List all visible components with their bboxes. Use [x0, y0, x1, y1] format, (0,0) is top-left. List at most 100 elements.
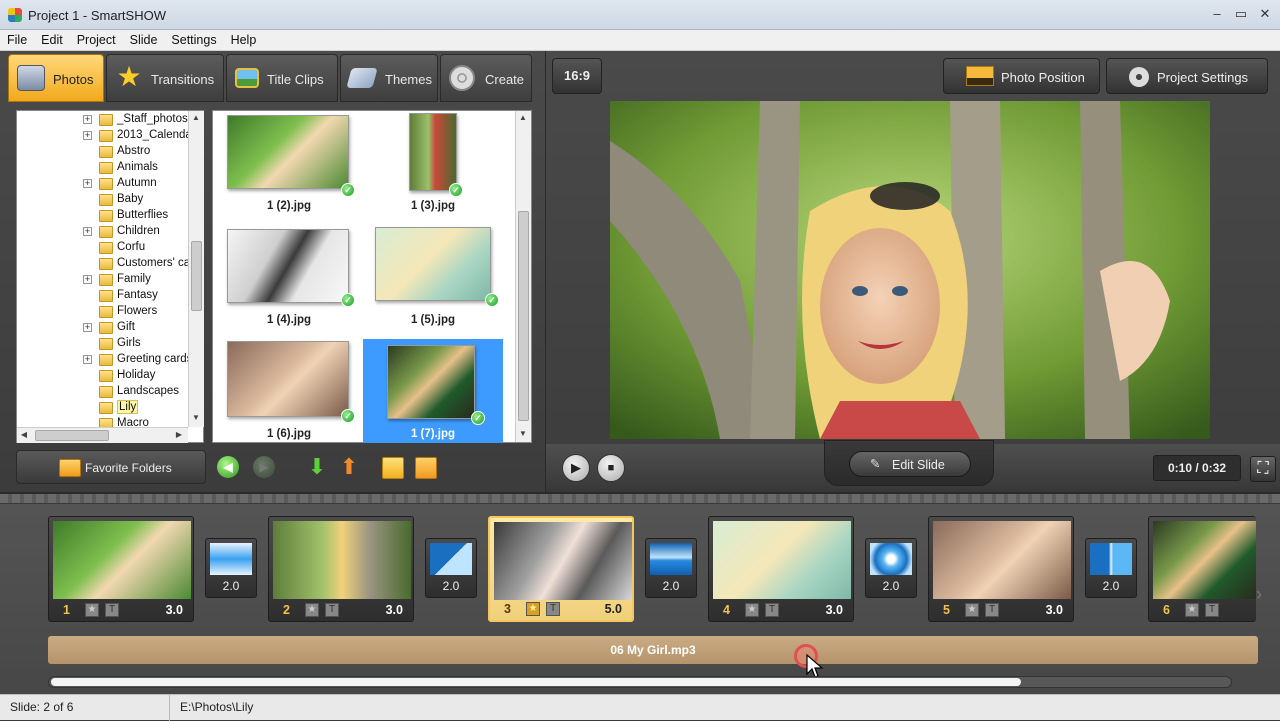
- scroll-down-icon[interactable]: ▼: [189, 411, 203, 425]
- expand-icon[interactable]: +: [83, 115, 92, 124]
- folder-item[interactable]: Girls: [17, 336, 192, 352]
- photo-item[interactable]: ✓ 1 (3).jpg: [363, 111, 503, 219]
- photo-grid[interactable]: ✓ 1 (2).jpg ✓ 1 (3).jpg ✓ 1 (4).jpg ✓ 1 …: [212, 110, 532, 443]
- folder-item[interactable]: + Children: [17, 224, 192, 240]
- scroll-up-icon[interactable]: ▲: [189, 111, 203, 125]
- transition-4[interactable]: 2.0: [865, 538, 917, 598]
- folder-item[interactable]: Lily: [17, 400, 192, 416]
- photo-item[interactable]: ✓ 1 (5).jpg: [363, 225, 503, 333]
- scroll-thumb[interactable]: [518, 211, 529, 421]
- folder-item[interactable]: Abstro: [17, 144, 192, 160]
- fullscreen-icon[interactable]: ⛶: [1250, 456, 1276, 482]
- minimize-button[interactable]: –: [1204, 4, 1230, 24]
- slide-thumbnail-2[interactable]: 2 ★ T 3.0: [268, 516, 414, 622]
- expand-icon[interactable]: +: [83, 227, 92, 236]
- tab-create[interactable]: Create: [440, 54, 532, 102]
- timeline-scroll-thumb[interactable]: [51, 678, 1021, 686]
- scroll-up-icon[interactable]: ▲: [516, 111, 530, 125]
- slide-thumbnail-5[interactable]: 5 ★ T 3.0: [928, 516, 1074, 622]
- text-icon[interactable]: T: [765, 603, 779, 617]
- slide-thumbnail-3[interactable]: 3 ★ T 5.0: [488, 516, 634, 622]
- folder-item[interactable]: Flowers: [17, 304, 192, 320]
- scroll-thumb[interactable]: [191, 241, 202, 311]
- folder-item[interactable]: Holiday: [17, 368, 192, 384]
- transition-3[interactable]: 2.0: [645, 538, 697, 598]
- favorite-folders-button[interactable]: Favorite Folders: [16, 450, 206, 484]
- menu-help[interactable]: Help: [224, 30, 264, 51]
- photo-position-button[interactable]: Photo Position: [943, 58, 1100, 94]
- tab-transitions[interactable]: ★ Transitions: [106, 54, 224, 102]
- folder-horizontal-scrollbar[interactable]: ◀ ▶: [17, 427, 188, 443]
- folder-item[interactable]: Fantasy: [17, 288, 192, 304]
- text-icon[interactable]: T: [1205, 603, 1219, 617]
- star-icon[interactable]: ★: [85, 603, 99, 617]
- expand-icon[interactable]: +: [83, 275, 92, 284]
- maximize-button[interactable]: ▭: [1228, 4, 1254, 24]
- scroll-right-icon[interactable]: ▶: [172, 428, 186, 442]
- slide-thumbnail-1[interactable]: 1 ★ T 3.0: [48, 516, 194, 622]
- forward-arrow-icon[interactable]: ▶: [253, 456, 275, 478]
- folder-item[interactable]: + Family: [17, 272, 192, 288]
- add-folder-icon[interactable]: [382, 457, 404, 479]
- star-icon[interactable]: ★: [526, 602, 540, 616]
- folder-vertical-scrollbar[interactable]: ▲ ▼: [188, 111, 204, 427]
- photo-item[interactable]: ✓ 1 (4).jpg: [219, 225, 359, 333]
- expand-icon[interactable]: +: [83, 355, 92, 364]
- expand-icon[interactable]: +: [83, 179, 92, 188]
- timeline-scrollbar[interactable]: [48, 676, 1232, 688]
- folder-item[interactable]: + Autumn: [17, 176, 192, 192]
- menu-slide[interactable]: Slide: [123, 30, 165, 51]
- folder-item[interactable]: Butterflies: [17, 208, 192, 224]
- folder-favorite-icon[interactable]: [415, 457, 437, 479]
- tab-themes[interactable]: Themes: [340, 54, 438, 102]
- folder-item[interactable]: + Greeting cards: [17, 352, 192, 368]
- expand-icon[interactable]: +: [83, 131, 92, 140]
- menu-edit[interactable]: Edit: [34, 30, 70, 51]
- scroll-thumb-h[interactable]: [35, 430, 109, 441]
- photo-item[interactable]: ✓ 1 (6).jpg: [219, 339, 359, 447]
- folder-item[interactable]: + Gift: [17, 320, 192, 336]
- star-icon[interactable]: ★: [745, 603, 759, 617]
- transition-5[interactable]: 2.0: [1085, 538, 1137, 598]
- audio-track[interactable]: 06 My Girl.mp3: [48, 636, 1258, 664]
- scroll-down-icon[interactable]: ▼: [516, 427, 530, 441]
- transition-2[interactable]: 2.0: [425, 538, 477, 598]
- folder-item[interactable]: Landscapes: [17, 384, 192, 400]
- scroll-right-icon[interactable]: ›: [1256, 584, 1262, 605]
- expand-icon[interactable]: +: [83, 323, 92, 332]
- menu-project[interactable]: Project: [70, 30, 123, 51]
- tab-title-clips[interactable]: Title Clips: [226, 54, 338, 102]
- photo-item[interactable]: ✓ 1 (2).jpg: [219, 111, 359, 219]
- text-icon[interactable]: T: [546, 602, 560, 616]
- folder-item[interactable]: + _Staff_photos: [17, 112, 192, 128]
- back-arrow-icon[interactable]: ◀: [217, 456, 239, 478]
- folder-item[interactable]: Corfu: [17, 240, 192, 256]
- project-settings-button[interactable]: Project Settings: [1106, 58, 1268, 94]
- slide-thumbnail-4[interactable]: 4 ★ T 3.0: [708, 516, 854, 622]
- move-down-icon[interactable]: ⬇: [306, 456, 328, 478]
- stop-button[interactable]: ■: [597, 454, 625, 482]
- aspect-ratio-button[interactable]: 16:9: [552, 58, 602, 94]
- folder-item[interactable]: Customers' cal: [17, 256, 192, 272]
- close-button[interactable]: ✕: [1252, 4, 1278, 24]
- play-button[interactable]: ▶: [562, 454, 590, 482]
- star-icon[interactable]: ★: [1185, 603, 1199, 617]
- text-icon[interactable]: T: [325, 603, 339, 617]
- photo-vertical-scrollbar[interactable]: ▲ ▼: [515, 111, 531, 442]
- menu-file[interactable]: File: [0, 30, 34, 51]
- folder-item[interactable]: +2013_Calenda: [17, 128, 192, 144]
- folder-item[interactable]: Animals: [17, 160, 192, 176]
- photo-item-selected[interactable]: ✓ 1 (7).jpg: [363, 339, 503, 443]
- transition-1[interactable]: 2.0: [205, 538, 257, 598]
- folder-item[interactable]: Baby: [17, 192, 192, 208]
- tab-photos[interactable]: Photos: [8, 54, 104, 102]
- text-icon[interactable]: T: [105, 603, 119, 617]
- move-up-icon[interactable]: ⬆: [338, 456, 360, 478]
- edit-slide-button[interactable]: ✎ Edit Slide: [849, 451, 971, 477]
- slide-thumbnail-6[interactable]: 6 ★ T: [1148, 516, 1256, 622]
- menu-settings[interactable]: Settings: [164, 30, 223, 51]
- scroll-left-icon[interactable]: ◀: [17, 428, 31, 442]
- star-icon[interactable]: ★: [305, 603, 319, 617]
- folder-tree[interactable]: + _Staff_photos +2013_Calenda Abstro Animals…: [16, 110, 204, 443]
- star-icon[interactable]: ★: [965, 603, 979, 617]
